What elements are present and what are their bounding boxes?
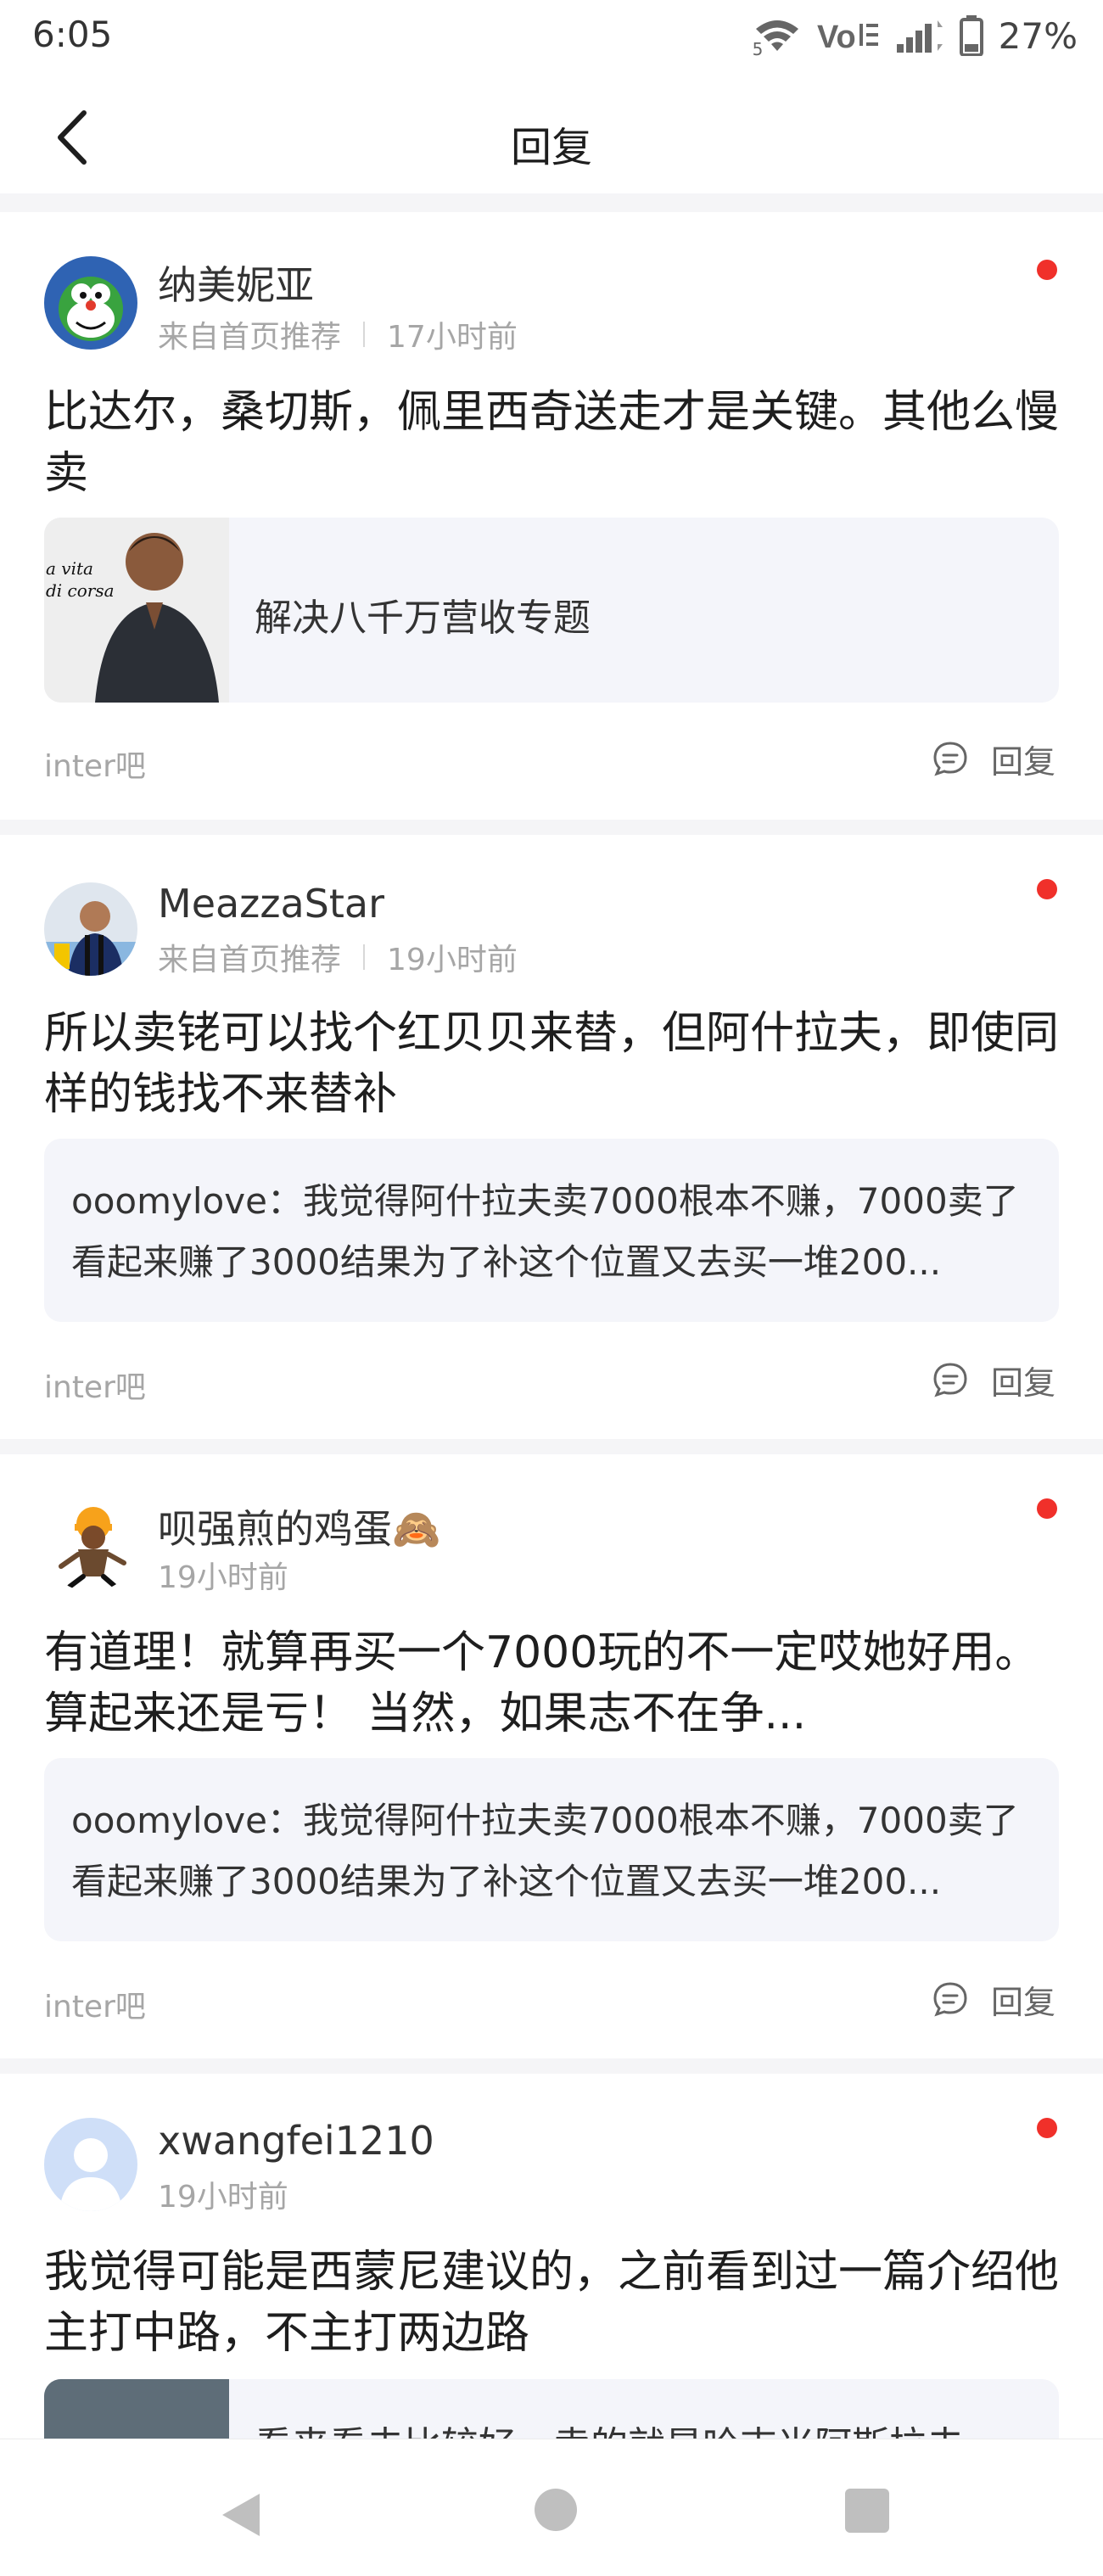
timestamp: 19小时前 bbox=[158, 2180, 288, 2215]
quoted-text: ooomylove：我觉得阿什拉夫卖7000根本不赚，7000卖了看起来赚了30… bbox=[71, 1800, 1019, 1902]
back-triangle-icon[interactable] bbox=[219, 2490, 263, 2540]
timestamp: 19小时前 bbox=[158, 1560, 288, 1595]
reply-content[interactable]: 我觉得可能是西蒙尼建议的，之前看到过一篇介绍他主打中路，不主打两边路 bbox=[44, 2242, 1062, 2364]
reply-content[interactable]: 所以卖铑可以找个红贝贝来替，但阿什拉夫，即使同样的钱找不来替补 bbox=[44, 1003, 1062, 1125]
reply-label: 回复 bbox=[991, 1983, 1056, 2021]
comment-icon bbox=[933, 742, 967, 776]
quoted-reply[interactable]: ooomylove：我觉得阿什拉夫卖7000根本不赚，7000卖了看起来赚了30… bbox=[44, 1758, 1059, 1941]
username[interactable]: 呗强煎的鸡蛋🙈 bbox=[158, 1498, 440, 1554]
avatar[interactable] bbox=[44, 2118, 137, 2211]
post-meta: 来自首页推荐 17小时前 bbox=[158, 312, 518, 356]
page-title: 回复 bbox=[510, 124, 592, 171]
quoted-link-card[interactable]: 看来看去比较好，卖的就是哈吉米阿斯拉夫 bbox=[44, 2379, 1059, 2439]
wifi-icon: 5 bbox=[753, 17, 802, 59]
reply-label: 回复 bbox=[991, 742, 1056, 781]
post-meta: 来自首页推荐 19小时前 bbox=[158, 935, 518, 979]
comment-icon bbox=[933, 1363, 967, 1397]
header: 回复 bbox=[0, 81, 1103, 193]
system-nav-bar bbox=[0, 2439, 1103, 2576]
timestamp: 17小时前 bbox=[387, 320, 518, 355]
home-circle-icon[interactable] bbox=[535, 2489, 577, 2531]
status-bar: 6:05 5 Vo 27% bbox=[0, 0, 1103, 71]
forum-name[interactable]: inter吧 bbox=[44, 1982, 146, 2026]
svg-text:Vo: Vo bbox=[817, 20, 856, 54]
status-time: 6:05 bbox=[32, 14, 113, 55]
reply-card[interactable]: MeazzaStar 来自首页推荐 19小时前 所以卖铑可以找个红贝贝来替，但阿… bbox=[0, 835, 1103, 1439]
reply-card[interactable]: 呗强煎的鸡蛋🙈 19小时前 有道理！就算再买一个7000玩的不一定哎她好用。算起… bbox=[0, 1454, 1103, 2058]
battery-percent: 27% bbox=[998, 14, 1078, 57]
quoted-link-card[interactable]: a vita di corsa 解决八千万营收专题 bbox=[44, 518, 1059, 703]
battery-icon bbox=[959, 15, 983, 56]
username[interactable]: MeazzaStar bbox=[158, 881, 384, 927]
reply-button[interactable]: 回复 bbox=[932, 1354, 1055, 1405]
status-icons: 5 Vo 27% bbox=[753, 12, 1078, 60]
thumb-caption-1: a vita bbox=[46, 558, 93, 579]
timestamp: 19小时前 bbox=[387, 943, 518, 977]
source-label: 来自首页推荐 bbox=[158, 943, 342, 977]
reply-button[interactable]: 回复 bbox=[932, 1974, 1055, 2024]
divider bbox=[0, 2058, 1103, 2074]
reply-label: 回复 bbox=[991, 1364, 1056, 1402]
link-thumbnail: a vita di corsa bbox=[44, 518, 229, 703]
link-title: 看来看去比较好，卖的就是哈吉米阿斯拉夫 bbox=[255, 2415, 964, 2439]
reply-button[interactable]: 回复 bbox=[932, 733, 1055, 784]
divider bbox=[0, 1439, 1103, 1454]
username[interactable]: xwangfei1210 bbox=[158, 2118, 434, 2164]
wifi-badge: 5 bbox=[752, 39, 764, 59]
quoted-reply[interactable]: ooomylove：我觉得阿什拉夫卖7000根本不赚，7000卖了看起来赚了30… bbox=[44, 1139, 1059, 1322]
forum-name[interactable]: inter吧 bbox=[44, 1363, 146, 1407]
reply-card[interactable]: 纳美妮亚 来自首页推荐 17小时前 比达尔，桑切斯，佩里西奇送走才是关键。其他么… bbox=[0, 212, 1103, 820]
divider bbox=[0, 820, 1103, 835]
forum-name[interactable]: inter吧 bbox=[44, 742, 146, 786]
avatar[interactable] bbox=[44, 1498, 137, 1592]
volte-icon: Vo bbox=[817, 17, 880, 54]
unread-dot bbox=[1037, 260, 1057, 280]
thumb-caption-2: di corsa bbox=[46, 580, 115, 601]
reply-content[interactable]: 有道理！就算再买一个7000玩的不一定哎她好用。算起来还是亏！ 当然，如果志不在… bbox=[44, 1622, 1062, 1744]
unread-dot bbox=[1037, 1498, 1057, 1519]
username[interactable]: 纳美妮亚 bbox=[158, 255, 314, 311]
link-thumbnail bbox=[44, 2379, 229, 2439]
post-meta: 19小时前 bbox=[158, 1553, 288, 1597]
recents-square-icon[interactable] bbox=[845, 2489, 889, 2533]
post-meta: 19小时前 bbox=[158, 2172, 288, 2216]
meta-separator bbox=[363, 322, 366, 347]
comment-icon bbox=[933, 1982, 967, 2017]
quoted-text: ooomylove：我觉得阿什拉夫卖7000根本不赚，7000卖了看起来赚了30… bbox=[71, 1180, 1019, 1283]
divider bbox=[0, 193, 1103, 212]
reply-content[interactable]: 比达尔，桑切斯，佩里西奇送走才是关键。其他么慢卖 bbox=[44, 382, 1062, 504]
unread-dot bbox=[1037, 2118, 1057, 2138]
avatar[interactable] bbox=[44, 256, 137, 350]
meta-separator bbox=[363, 944, 366, 970]
avatar[interactable] bbox=[44, 882, 137, 976]
unread-dot bbox=[1037, 879, 1057, 899]
reply-card[interactable]: xwangfei1210 19小时前 我觉得可能是西蒙尼建议的，之前看到过一篇介… bbox=[0, 2074, 1103, 2439]
signal-icon bbox=[895, 17, 944, 54]
source-label: 来自首页推荐 bbox=[158, 320, 342, 355]
link-title: 解决八千万营收专题 bbox=[255, 596, 591, 640]
